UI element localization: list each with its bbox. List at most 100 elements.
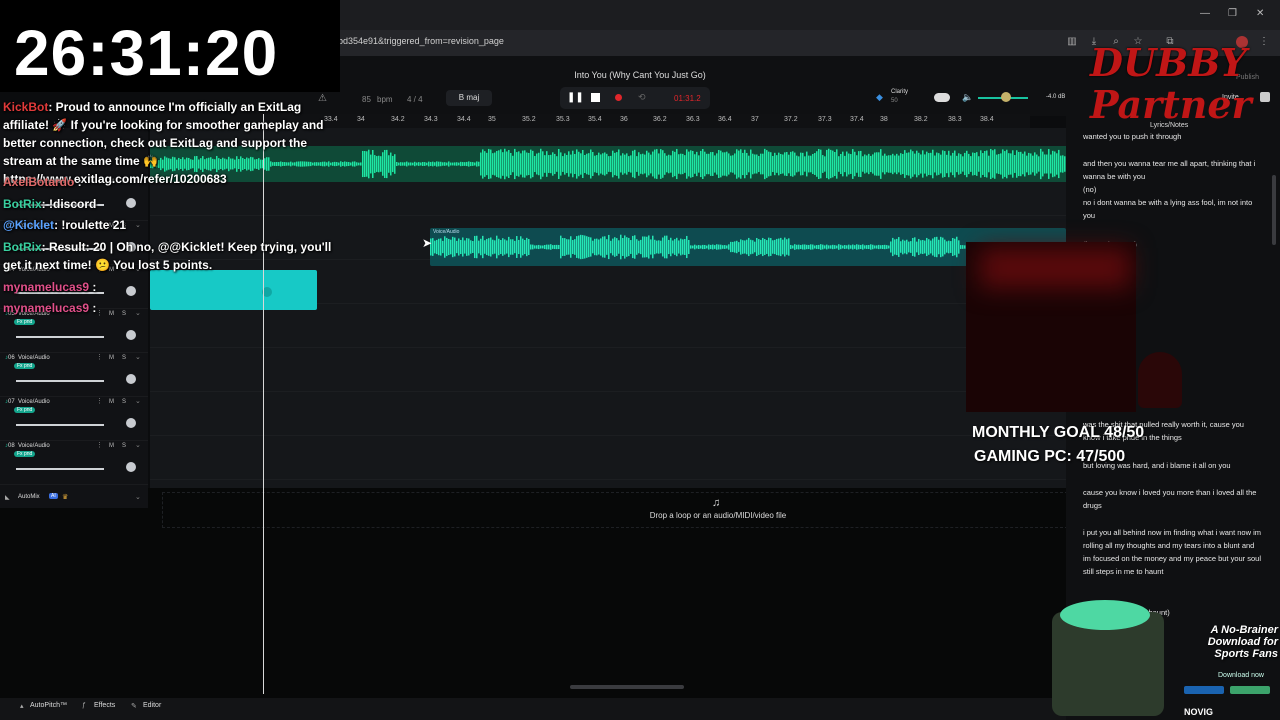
lyrics-scrollbar[interactable] [1272, 175, 1276, 245]
ad-store-badge-1[interactable] [1184, 686, 1224, 694]
autopitch-icon: ▴ [20, 703, 24, 710]
chevron-down-icon[interactable]: ⌄ [135, 397, 141, 405]
close-icon[interactable]: ✕ [1256, 8, 1264, 19]
waveform-bar [474, 235, 476, 259]
waveform-bar [814, 153, 816, 175]
waveform-bar [948, 240, 950, 254]
chevron-down-icon[interactable]: ⌄ [135, 493, 141, 501]
track-lane[interactable] [150, 304, 1066, 348]
waveform-bar [636, 156, 638, 172]
track-menu-icon[interactable]: ⋮ [96, 353, 103, 361]
waveform-bar [700, 245, 702, 249]
fx-badge[interactable]: Fx pnd [14, 363, 36, 369]
waveform-bar [356, 162, 358, 166]
volume-knob[interactable] [1001, 92, 1011, 102]
waveform-bar [620, 155, 622, 173]
track-volume-slider[interactable] [16, 424, 104, 426]
track-name[interactable]: Voice/Audio [18, 443, 50, 449]
waveform-bar [916, 241, 918, 253]
ad-cta[interactable]: Download now [1218, 672, 1264, 679]
solo-button[interactable]: S [122, 443, 126, 449]
horizontal-scrollbar[interactable] [570, 685, 684, 689]
waveform-bar [756, 237, 758, 257]
time-signature[interactable]: 4 / 4 [407, 95, 423, 104]
track-volume-slider[interactable] [16, 336, 104, 338]
autopitch-button[interactable]: AutoPitch™ [30, 702, 67, 709]
track-pan-knob[interactable] [126, 330, 136, 340]
ruler-tick: 35.2 [522, 116, 536, 123]
waveform-bar [720, 244, 722, 250]
minimize-icon[interactable]: — [1200, 8, 1210, 19]
mute-button[interactable]: M [109, 443, 114, 449]
waveform-bar [584, 235, 586, 259]
track-pan-knob[interactable] [126, 374, 136, 384]
waveform-bar [818, 244, 820, 250]
track-volume-slider[interactable] [16, 380, 104, 382]
sidebar-icon[interactable]: ▥ [1066, 36, 1078, 48]
chevron-down-icon[interactable]: ⌄ [135, 353, 141, 361]
ad-store-badge-2[interactable] [1230, 686, 1270, 694]
waveform-bar [438, 161, 440, 167]
url-text[interactable]: bd354e91&triggered_from=revision_page [338, 36, 504, 46]
maximize-icon[interactable]: ❐ [1228, 8, 1237, 19]
track-name[interactable]: Voice/Audio [18, 355, 50, 361]
waveform-bar [512, 239, 514, 255]
track-row[interactable]: 08 Voice/Audio ⋮ M S ⌄ Fx pnd ♪ [0, 440, 148, 485]
record-icon[interactable] [615, 94, 622, 101]
automix-label[interactable]: AutoMix [18, 494, 40, 500]
pause-icon[interactable]: ❚❚ [567, 92, 584, 103]
track-name[interactable]: Voice/Audio [18, 399, 50, 405]
waveform-bar [742, 152, 744, 176]
fx-badge[interactable]: Fx pnd [14, 407, 36, 413]
track-volume-slider[interactable] [16, 468, 104, 470]
lyric-line: i put you all behind now im finding what… [1083, 528, 1262, 576]
waveform-bar [972, 152, 974, 176]
menu-icon[interactable]: ⋮ [1258, 36, 1270, 48]
solo-button[interactable]: S [122, 355, 126, 361]
waveform-bar [676, 148, 678, 180]
track-menu-icon[interactable]: ⋮ [96, 397, 103, 405]
waveform-bar [488, 148, 490, 180]
track-row[interactable]: 07 Voice/Audio ⋮ M S ⌄ Fx pnd ♪ [0, 396, 148, 441]
mute-button[interactable]: M [109, 399, 114, 405]
ruler-tick: 34 [357, 116, 365, 123]
track-pan-knob[interactable] [126, 418, 136, 428]
track-row[interactable]: 06 Voice/Audio ⋮ M S ⌄ Fx pnd ♪ [0, 352, 148, 397]
effects-button[interactable]: Effects [94, 702, 115, 709]
waveform-bar [1024, 151, 1026, 177]
track-menu-icon[interactable]: ⋮ [96, 441, 103, 449]
waveform-bar [958, 240, 960, 254]
track-lane[interactable] [150, 348, 1066, 392]
waveform-bar [650, 239, 652, 255]
drop-zone[interactable] [162, 492, 1068, 528]
waveform-bar [572, 150, 574, 178]
waveform-bar [900, 241, 902, 253]
editor-button[interactable]: Editor [143, 702, 161, 709]
waveform-bar [652, 151, 654, 177]
fx-badge[interactable]: Fx pnd [14, 451, 36, 457]
waveform-bar [844, 245, 846, 249]
bpm-value[interactable]: 85 [362, 95, 371, 104]
audio-clip-track-4[interactable] [150, 270, 317, 310]
waveform-bar [1022, 153, 1024, 175]
key-button[interactable]: B maj [446, 90, 492, 106]
track-lane[interactable] [150, 392, 1066, 436]
fx-badge[interactable]: Fx pnd [14, 319, 36, 325]
waveform-bar [490, 149, 492, 179]
chevron-down-icon[interactable]: ⌄ [135, 441, 141, 449]
waveform-bar [604, 236, 606, 258]
song-title[interactable]: Into You (Why Cant You Just Go) [470, 70, 810, 80]
waveform-bar [928, 153, 930, 175]
solo-button[interactable]: S [122, 399, 126, 405]
music-note-icon: ♫ [712, 497, 721, 509]
waveform-bar [854, 151, 856, 177]
stop-icon[interactable] [591, 93, 600, 102]
loop-icon[interactable]: ⟲ [638, 92, 646, 103]
track-pan-knob[interactable] [126, 462, 136, 472]
mute-button[interactable]: M [109, 355, 114, 361]
playhead[interactable] [263, 114, 264, 694]
save-icon[interactable] [1260, 92, 1270, 102]
clarity-toggle[interactable] [934, 93, 950, 102]
track-lane[interactable] [150, 436, 1066, 480]
waveform-bar [500, 239, 502, 255]
